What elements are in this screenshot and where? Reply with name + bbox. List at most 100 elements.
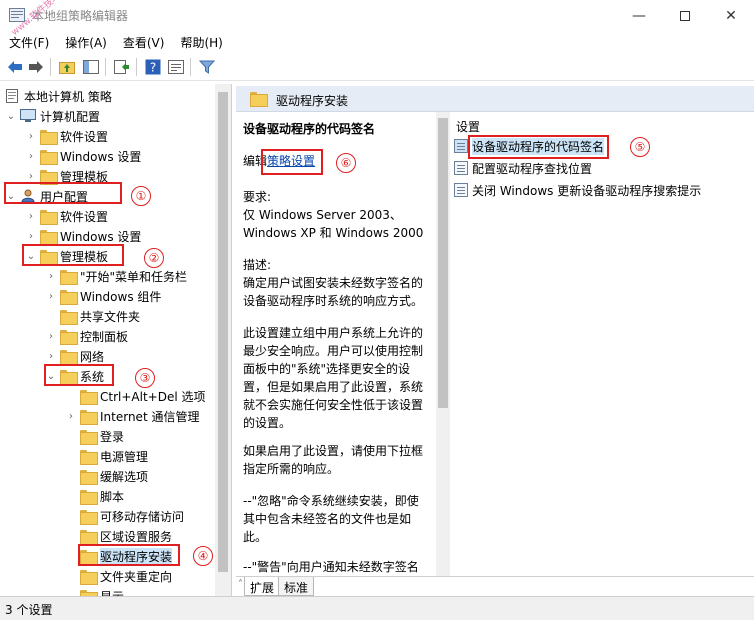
details-header: 驱动程序安装 <box>236 86 754 112</box>
chevron-up-icon: ˄ <box>238 579 243 590</box>
folder-icon <box>60 329 78 345</box>
view-tabs: ˄ 扩展 标准 <box>236 576 754 596</box>
folder-icon <box>60 349 78 365</box>
tree-item-windows-components[interactable]: › Windows 组件 <box>44 286 161 306</box>
tree-item-display[interactable]: 显示 <box>64 586 124 596</box>
annotation-number-3: ③ <box>135 368 155 388</box>
description-title: 设备驱动程序的代码签名 <box>243 122 376 136</box>
tree-item-locale-services[interactable]: 区域设置服务 <box>64 526 172 546</box>
export-list-icon[interactable] <box>113 58 131 76</box>
tab-extended[interactable]: 扩展 <box>244 577 281 596</box>
tree-item-logon[interactable]: 登录 <box>64 426 124 446</box>
svg-text:?: ? <box>150 61 156 75</box>
close-icon: ✕ <box>725 7 737 24</box>
chevron-right-icon[interactable]: › <box>24 126 38 146</box>
tree-item-network[interactable]: › 网络 <box>44 346 104 366</box>
chevron-right-icon[interactable]: › <box>44 286 58 306</box>
tree-item-scripts[interactable]: 脚本 <box>64 486 124 506</box>
annotation-box-setting <box>468 135 609 159</box>
annotation-number-1: ① <box>131 186 151 206</box>
filter-icon[interactable] <box>198 58 216 76</box>
folder-icon <box>40 169 58 185</box>
minimize-button[interactable]: — <box>616 0 662 31</box>
folder-icon <box>80 509 98 525</box>
folder-icon <box>80 429 98 445</box>
chevron-right-icon[interactable]: › <box>44 346 58 366</box>
policy-setting-icon <box>454 161 468 175</box>
settings-column-header[interactable]: 设置 <box>456 118 480 135</box>
title-bar: 本地组策略编辑器 www.软件技巧 — ✕ <box>0 0 754 38</box>
tree-item-shared-folders[interactable]: 共享文件夹 <box>44 306 140 326</box>
tree-item-control-panel[interactable]: › 控制面板 <box>44 326 128 346</box>
properties-icon[interactable] <box>167 58 185 76</box>
tree-scrollbar[interactable] <box>215 84 231 596</box>
description-paragraph-4: --"忽略"命令系统继续安装，即使 其中包含未经签名的文件也是如 此。 <box>243 494 419 544</box>
maximize-icon <box>680 10 690 21</box>
details-header-title: 驱动程序安装 <box>276 94 349 108</box>
show-hide-tree-icon[interactable] <box>82 58 100 76</box>
chevron-right-icon[interactable]: › <box>24 226 38 246</box>
folder-icon <box>40 209 58 225</box>
tree-scrollbar-thumb[interactable] <box>218 92 228 572</box>
chevron-right-icon[interactable]: › <box>24 206 38 226</box>
tree-item-ctrl-alt-del[interactable]: Ctrl+Alt+Del 选项 <box>64 386 205 406</box>
folder-icon <box>80 489 98 505</box>
description-paragraph-5: --"警告"向用户通知未经数字签名 <box>243 560 419 574</box>
tree-item-computer-config[interactable]: ⌄ 计算机配置 <box>4 106 100 126</box>
folder-icon <box>60 309 78 325</box>
folder-icon <box>40 149 58 165</box>
navigation-tree: 本地计算机 策略 ⌄ 计算机配置 › 软件设置 › Windows 设置 › 管… <box>0 84 232 596</box>
chevron-right-icon[interactable]: › <box>44 266 58 286</box>
tree-item-user-software-settings[interactable]: › 软件设置 <box>24 206 108 226</box>
chevron-right-icon[interactable]: › <box>24 146 38 166</box>
folder-icon <box>80 409 98 425</box>
description-scrollbar[interactable] <box>436 112 450 576</box>
chevron-right-icon[interactable]: › <box>44 326 58 346</box>
folder-icon <box>60 269 78 285</box>
tree-item-start-menu-taskbar[interactable]: › "开始"菜单和任务栏 <box>44 266 187 286</box>
maximize-button[interactable] <box>662 0 708 31</box>
tree-item-internet-comm[interactable]: › Internet 通信管理 <box>64 406 199 426</box>
menu-file[interactable]: 文件(F) <box>0 31 56 51</box>
tree-item-folder-redirection[interactable]: 文件夹重定向 <box>64 566 172 586</box>
description-pane: 设备驱动程序的代码签名 编辑策略设置 要求: 仅 Windows Server … <box>236 112 436 576</box>
tree-item-computer-software-settings[interactable]: › 软件设置 <box>24 126 108 146</box>
annotation-number-6: ⑥ <box>336 153 356 173</box>
policy-document-icon <box>6 89 18 103</box>
tree-root[interactable]: 本地计算机 策略 <box>4 86 112 106</box>
description-block: 描述: 确定用户试图安装未经数字签名的 设备驱动程序时系统的响应方式。 <box>243 258 424 308</box>
annotation-box-edit-link <box>261 149 323 175</box>
folder-icon <box>80 449 98 465</box>
description-scrollbar-thumb[interactable] <box>438 118 448 408</box>
menu-action[interactable]: 操作(A) <box>56 31 114 51</box>
help-icon[interactable]: ? <box>144 58 162 76</box>
menu-view[interactable]: 查看(V) <box>114 31 172 51</box>
minimize-icon: — <box>632 7 646 24</box>
folder-icon <box>80 569 98 585</box>
up-folder-icon[interactable] <box>58 58 76 76</box>
tree-item-removable-storage[interactable]: 可移动存储访问 <box>64 506 184 526</box>
annotation-box-user-config <box>4 182 122 204</box>
setting-row-driver-search-location[interactable]: 配置驱动程序查找位置 <box>454 158 592 178</box>
menu-help[interactable]: 帮助(H) <box>171 31 229 51</box>
tree-item-user-windows-settings[interactable]: › Windows 设置 <box>24 226 141 246</box>
status-bar: 3 个设置 <box>0 596 754 620</box>
settings-list: 设置 设备驱动程序的代码签名 配置驱动程序查找位置 关闭 Windows 更新设… <box>450 112 754 576</box>
tab-standard[interactable]: 标准 <box>278 577 315 596</box>
close-button[interactable]: ✕ <box>708 0 754 31</box>
tree-item-mitigation[interactable]: 缓解选项 <box>64 466 148 486</box>
chevron-down-icon[interactable]: ⌄ <box>4 106 18 126</box>
tree-item-computer-windows-settings[interactable]: › Windows 设置 <box>24 146 141 166</box>
folder-icon <box>60 289 78 305</box>
back-arrow-icon[interactable] <box>6 58 24 76</box>
description-paragraph-2: 此设置建立组中用户系统上允许的 最少安全响应。用户可以使用控制 面板中的"系统"… <box>243 326 424 430</box>
annotation-box-driver-installation <box>78 544 180 566</box>
tree-item-power[interactable]: 电源管理 <box>64 446 148 466</box>
annotation-box-system <box>44 364 114 386</box>
setting-row-disable-update-prompt[interactable]: 关闭 Windows 更新设备驱动程序搜索提示 <box>454 180 701 200</box>
requirements-block: 要求: 仅 Windows Server 2003、 Windows XP 和 … <box>243 190 424 240</box>
chevron-right-icon[interactable]: › <box>64 406 78 426</box>
forward-arrow-icon[interactable] <box>27 58 45 76</box>
folder-icon <box>250 92 268 107</box>
toolbar: ? <box>0 53 754 81</box>
